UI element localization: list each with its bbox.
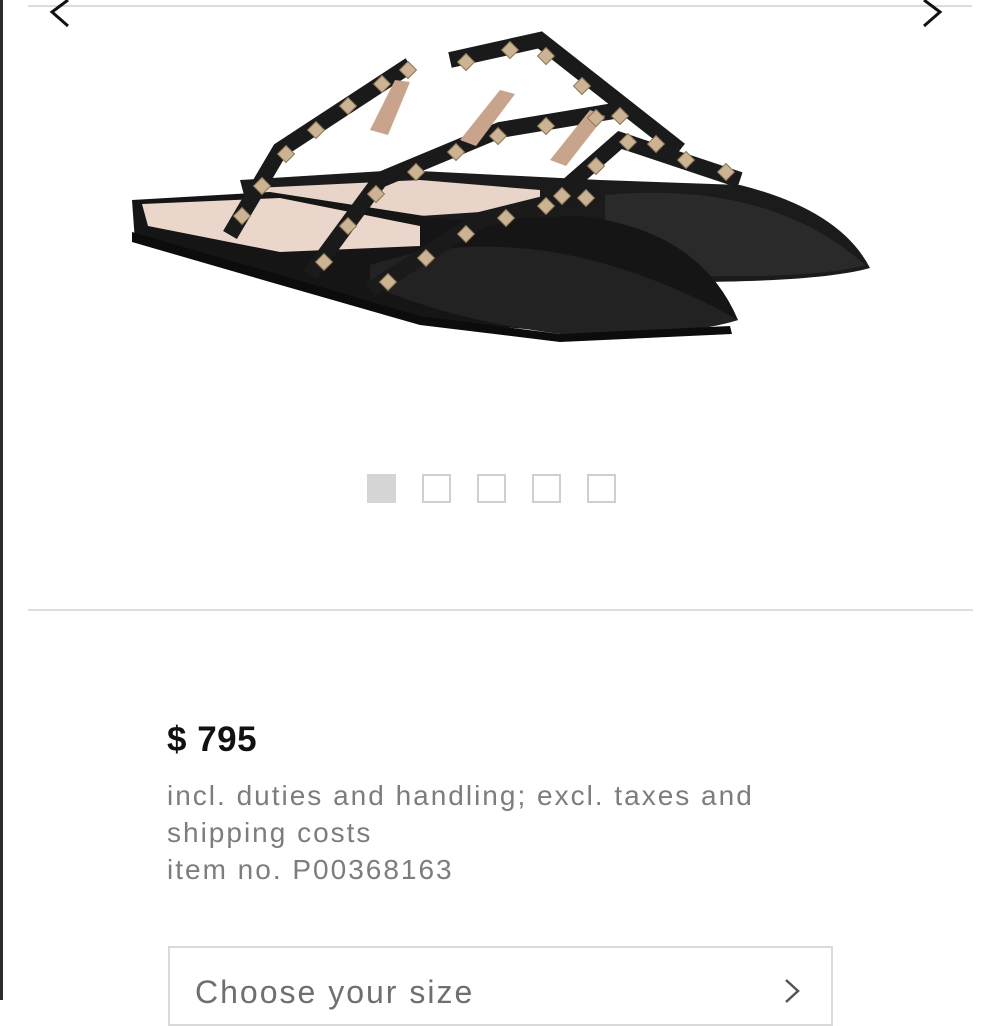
chevron-left-icon — [49, 0, 69, 28]
gallery-dot-2[interactable] — [422, 474, 451, 503]
gallery-dot-4[interactable] — [532, 474, 561, 503]
item-number: item no. P00368163 — [167, 854, 454, 885]
duties-note-line-1: incl. duties and handling; excl. taxes a… — [167, 780, 754, 811]
gallery-pagination — [367, 474, 616, 503]
section-divider — [28, 609, 973, 611]
duties-note-line-2: shipping costs — [167, 817, 373, 848]
top-divider — [28, 5, 972, 7]
product-price: $ 795 — [167, 720, 258, 759]
gallery-dot-5[interactable] — [587, 474, 616, 503]
gallery-next-button[interactable] — [912, 0, 962, 42]
size-selector-button[interactable]: Choose your size — [168, 946, 833, 1026]
gallery-dot-3[interactable] — [477, 474, 506, 503]
size-selector-label: Choose your size — [195, 974, 475, 1010]
product-image[interactable] — [120, 20, 890, 360]
window-edge — [0, 0, 3, 1000]
gallery-dot-1[interactable] — [367, 474, 396, 503]
chevron-right-icon — [785, 979, 800, 1003]
chevron-right-icon — [923, 0, 943, 28]
gallery-prev-button[interactable] — [38, 0, 88, 42]
price-note: incl. duties and handling; excl. taxes a… — [167, 777, 847, 888]
